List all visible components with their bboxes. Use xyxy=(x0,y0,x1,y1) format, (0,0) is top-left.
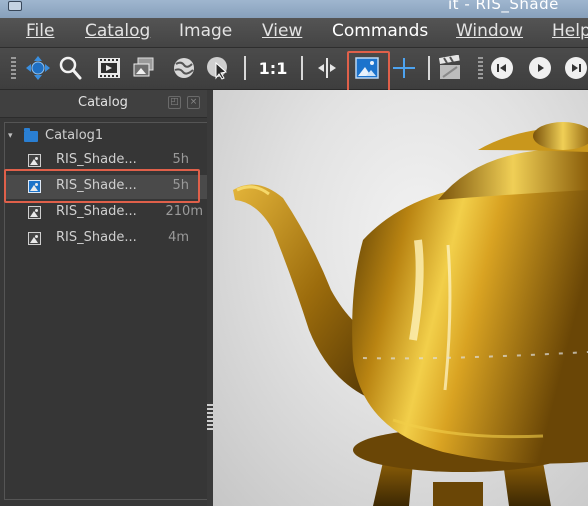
menu-file[interactable]: File xyxy=(26,21,54,41)
image-view-icon[interactable] xyxy=(354,55,380,81)
menu-window[interactable]: Window xyxy=(456,21,523,41)
catalog-panel-header: Catalog ◰ × xyxy=(0,90,213,118)
app-icon xyxy=(8,1,22,11)
menu-image[interactable]: Image xyxy=(179,21,232,41)
catalog-item[interactable]: RIS_Shade... 210m xyxy=(5,201,207,225)
image-file-icon xyxy=(28,232,41,245)
catalog-root-row[interactable]: ▾ Catalog1 xyxy=(5,125,207,149)
catalog-item[interactable]: RIS_Shade... 4m xyxy=(5,227,207,251)
image-file-icon xyxy=(28,180,41,193)
split-compare-icon[interactable] xyxy=(314,55,340,81)
skip-back-icon[interactable] xyxy=(489,55,515,81)
float-panel-icon[interactable]: ◰ xyxy=(168,96,181,109)
folder-icon xyxy=(24,128,38,142)
image-stack-icon[interactable] xyxy=(131,55,157,81)
menu-commands[interactable]: Commands xyxy=(332,21,428,41)
title-bar: it - RIS_Shade xyxy=(0,0,588,18)
pointer-globe-icon[interactable] xyxy=(204,55,230,81)
catalog-item-label: RIS_Shade... xyxy=(56,178,137,193)
chevron-down-icon[interactable]: ▾ xyxy=(8,131,13,141)
toolbar-grip[interactable] xyxy=(478,57,483,79)
catalog-item-label: RIS_Shade... xyxy=(56,230,137,245)
toolbar-separator xyxy=(428,56,430,80)
magnifier-icon[interactable] xyxy=(57,55,83,81)
catalog-panel: Catalog ◰ × ▾ Catalog1 RIS_Shade... 5h R… xyxy=(0,90,213,506)
globe-icon[interactable] xyxy=(171,55,197,81)
catalog-item-age: 4m xyxy=(168,230,189,245)
close-panel-icon[interactable]: × xyxy=(187,96,200,109)
toolbar: 1:1 xyxy=(0,48,588,99)
catalog-item-label: RIS_Shade... xyxy=(56,204,137,219)
menu-catalog[interactable]: Catalog xyxy=(85,21,150,41)
rendered-teapot-image xyxy=(233,122,588,506)
catalog-panel-title: Catalog xyxy=(78,95,128,110)
image-file-icon xyxy=(28,154,41,167)
catalog-item-age: 210m xyxy=(165,204,203,219)
one-to-one-icon[interactable]: 1:1 xyxy=(256,55,290,81)
toolbar-separator xyxy=(244,56,246,80)
skip-forward-icon[interactable] xyxy=(563,55,588,81)
toolbar-separator xyxy=(301,56,303,80)
crosshair-icon[interactable] xyxy=(391,55,417,81)
it-main-window: it - RIS_Shade File Catalog Image View C… xyxy=(0,0,588,506)
catalog-item-label: RIS_Shade... xyxy=(56,152,137,167)
move-icon[interactable] xyxy=(25,55,51,81)
window-title: it - RIS_Shade xyxy=(448,0,559,13)
clapperboard-icon[interactable] xyxy=(437,55,463,81)
image-file-icon xyxy=(28,206,41,219)
menu-help[interactable]: Help xyxy=(552,21,588,41)
catalog-tree: ▾ Catalog1 RIS_Shade... 5h RIS_Shade... … xyxy=(4,122,208,500)
menu-bar: File Catalog Image View Commands Window … xyxy=(0,18,588,48)
catalog-item[interactable]: RIS_Shade... 5h xyxy=(5,149,207,173)
filmstrip-icon[interactable] xyxy=(96,55,122,81)
catalog-item-age: 5h xyxy=(172,152,189,167)
image-viewport[interactable] xyxy=(213,90,588,506)
menu-view[interactable]: View xyxy=(262,21,302,41)
catalog-item-age: 5h xyxy=(172,178,189,193)
catalog-item-selected[interactable]: RIS_Shade... 5h xyxy=(5,175,207,199)
catalog-root-label: Catalog1 xyxy=(45,128,104,143)
toolbar-grip[interactable] xyxy=(11,57,16,79)
play-icon[interactable] xyxy=(527,55,553,81)
